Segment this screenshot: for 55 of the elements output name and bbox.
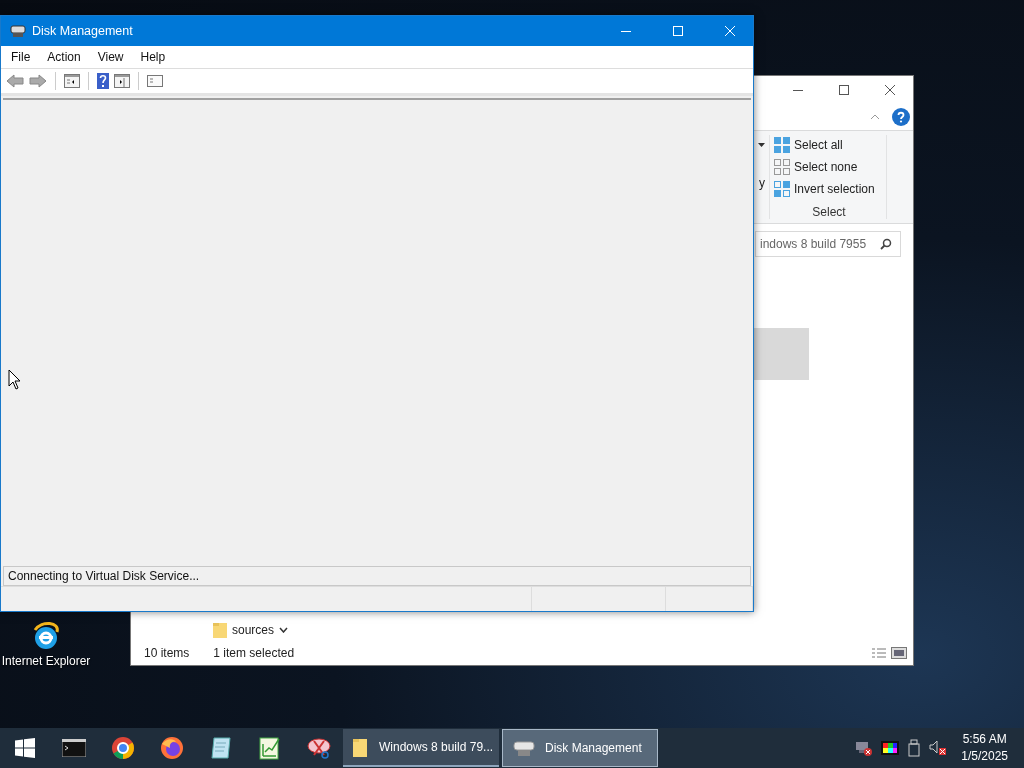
notepad-icon (209, 736, 232, 760)
select-all-icon (774, 137, 790, 153)
item-count: 10 items (144, 646, 190, 660)
help-icon[interactable] (892, 108, 910, 126)
selection-highlight (754, 328, 809, 380)
chrome-icon (110, 736, 135, 760)
taskbar-window-button[interactable]: Disk Management (502, 729, 658, 767)
collapse-ribbon-icon[interactable] (870, 114, 880, 120)
forward-arrow-icon[interactable] (29, 74, 47, 88)
chart-icon (258, 736, 281, 760)
menu-item[interactable]: Action (37, 50, 88, 64)
ribbon-command[interactable]: Select all (774, 137, 884, 153)
menu-item[interactable]: Help (130, 50, 173, 64)
chevron-icon (279, 627, 289, 633)
back-arrow-icon[interactable] (6, 74, 24, 88)
menu-item[interactable]: File (1, 50, 38, 64)
action-pane-icon[interactable] (114, 74, 130, 88)
terminal-icon (61, 739, 86, 757)
select-none-icon (774, 159, 790, 175)
network-icon[interactable] (855, 740, 874, 756)
folder-list-entry[interactable]: sources (213, 619, 289, 641)
usb-drive-icon[interactable] (907, 739, 922, 757)
muted-volume-icon[interactable] (929, 740, 948, 756)
help-icon[interactable] (97, 73, 109, 89)
properties-icon[interactable] (147, 75, 163, 87)
maximize-icon (673, 26, 683, 36)
ribbon-command[interactable]: Invert selection (774, 181, 884, 197)
color-display-icon[interactable] (881, 741, 900, 755)
ribbon-command-fragment: y (759, 177, 765, 189)
search-icon (880, 238, 892, 250)
dropdown-caret-icon[interactable] (758, 143, 765, 147)
close-icon (885, 85, 895, 95)
maximize-icon (839, 85, 849, 95)
search-field[interactable]: indows 8 build 7955 (755, 231, 901, 257)
taskbar-window-button[interactable]: Windows 8 build 79... (343, 729, 499, 767)
mouse-pointer-icon (8, 369, 22, 391)
status-message: Connecting to Virtual Disk Service... (3, 566, 751, 586)
menu-item[interactable]: View (87, 50, 131, 64)
ribbon-group-label: Select (811, 205, 847, 219)
disk-icon (513, 739, 535, 757)
ribbon-command[interactable]: Select none (774, 159, 884, 175)
folder-icon (213, 622, 227, 638)
selection-count: 1 item selected (213, 646, 295, 660)
thumbnail-view-icon[interactable] (891, 647, 907, 659)
scissors-icon (305, 737, 332, 759)
disk-icon (10, 24, 26, 38)
windows-logo-icon (14, 738, 35, 758)
desktop-shortcut[interactable]: Internet Explorer (0, 620, 92, 668)
console-tree-icon[interactable] (64, 74, 80, 88)
window-title: Disk Management (32, 24, 133, 38)
invert-selection-icon (774, 181, 790, 197)
folder-icon (353, 737, 369, 757)
firefox-icon (159, 736, 184, 760)
system-clock[interactable]: 5:56 AM 1/5/2025 (955, 731, 1024, 765)
close-icon (725, 26, 735, 36)
